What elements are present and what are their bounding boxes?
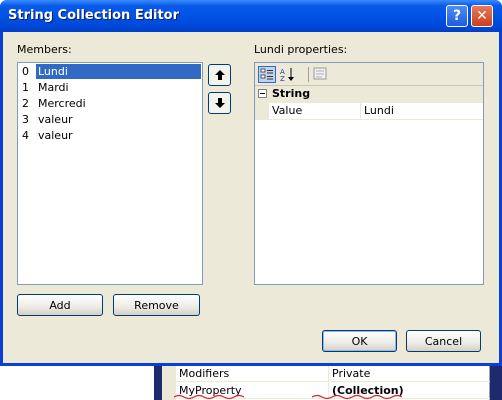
list-item-index: 4: [22, 129, 29, 142]
alphabetical-icon[interactable]: A Z: [279, 66, 297, 83]
background-edge: [490, 366, 502, 400]
close-icon: ✕: [476, 8, 488, 24]
list-item-index: 2: [22, 97, 29, 110]
dialog-body: Members: 0 Lundi 1 Mardi 2 Mercredi 3 va…: [3, 32, 499, 363]
help-button[interactable]: ?: [446, 5, 468, 27]
red-underline-annotation: [312, 394, 402, 400]
property-value[interactable]: Lundi: [364, 104, 394, 117]
list-item-name: Mercredi: [38, 97, 86, 110]
category-name: String: [272, 87, 311, 100]
property-name: Modifiers: [179, 367, 230, 380]
list-item-name: Mardi: [38, 81, 69, 94]
move-down-button[interactable]: [208, 92, 231, 114]
property-value[interactable]: Private: [332, 367, 370, 380]
red-underline-annotation: [174, 394, 244, 400]
string-collection-editor-window: String Collection Editor ? ✕ Members: 0 …: [0, 0, 502, 366]
category-row[interactable]: String: [255, 86, 483, 103]
arrow-down-icon: [215, 98, 225, 108]
list-item-index: 0: [22, 65, 29, 78]
remove-button[interactable]: Remove: [113, 294, 200, 316]
add-button[interactable]: Add: [17, 294, 103, 316]
cancel-button[interactable]: Cancel: [406, 330, 481, 352]
list-item-index: 1: [22, 81, 29, 94]
close-button[interactable]: ✕: [471, 5, 493, 27]
property-row[interactable]: Value Lundi: [255, 103, 483, 120]
property-grid[interactable]: A Z String Value Lundi: [254, 62, 484, 285]
column-divider: [328, 366, 329, 382]
property-name: Value: [272, 104, 303, 117]
list-item-name: Lundi: [36, 64, 201, 79]
members-list[interactable]: 0 Lundi 1 Mardi 2 Mercredi 3 valeur 4 va…: [17, 62, 203, 285]
list-item[interactable]: 2 Mercredi: [20, 96, 201, 111]
property-pages-icon[interactable]: [312, 66, 330, 83]
title-bar[interactable]: String Collection Editor ? ✕: [0, 0, 502, 32]
toolbar-separator: [308, 67, 309, 82]
list-item[interactable]: 3 valeur: [20, 112, 201, 127]
members-label: Members:: [17, 43, 72, 56]
list-item[interactable]: 1 Mardi: [20, 80, 201, 95]
column-divider: [360, 103, 361, 119]
collapse-icon[interactable]: [258, 89, 267, 98]
property-row[interactable]: Modifiers Private: [162, 366, 490, 382]
ok-button[interactable]: OK: [322, 330, 397, 352]
background-property-grid[interactable]: Modifiers Private MyProperty (Collection…: [162, 366, 490, 400]
svg-text:Z: Z: [280, 75, 285, 83]
background-edge: [154, 366, 162, 400]
arrow-up-icon: [215, 70, 225, 80]
list-item-name: valeur: [38, 113, 73, 126]
categorized-icon[interactable]: [258, 66, 276, 83]
help-icon: ?: [452, 8, 462, 24]
list-item[interactable]: 4 valeur: [20, 128, 201, 143]
property-grid-toolbar: A Z: [255, 63, 483, 86]
list-item-index: 3: [22, 113, 29, 126]
background-property-grid-area: Modifiers Private MyProperty (Collection…: [0, 366, 502, 400]
properties-label: Lundi properties:: [254, 43, 348, 56]
move-up-button[interactable]: [208, 64, 231, 86]
list-item-name: valeur: [38, 129, 73, 142]
list-item[interactable]: 0 Lundi: [20, 64, 201, 79]
row-gutter: [255, 103, 269, 119]
window-title: String Collection Editor: [8, 8, 180, 23]
